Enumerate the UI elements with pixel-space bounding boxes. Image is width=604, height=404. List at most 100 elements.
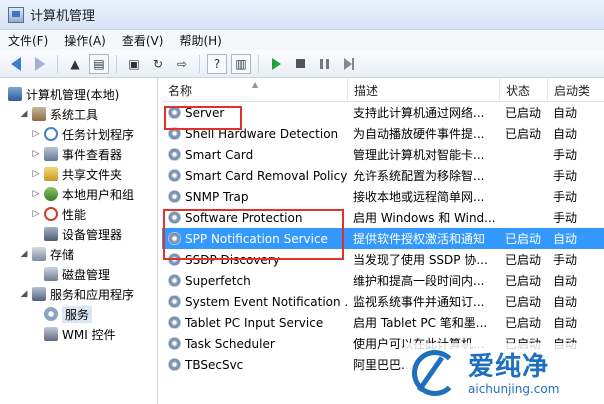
- gear-icon: [168, 274, 181, 287]
- service-name: Smart Card: [185, 147, 254, 162]
- tree-item-device-manager[interactable]: 设备管理器: [0, 224, 157, 244]
- table-row[interactable]: Smart Card Removal Policy 允许系统配置为移除智... 手动: [162, 165, 604, 186]
- service-name: Superfetch: [185, 273, 251, 288]
- gear-icon: [168, 337, 181, 350]
- table-row[interactable]: SNMP Trap 接收本地或远程简单网... 手动: [162, 186, 604, 207]
- service-startup-type: 自动: [553, 232, 578, 246]
- watermark-url: aichunjing.com: [468, 381, 560, 396]
- forward-button[interactable]: [30, 54, 50, 74]
- storage-icon: [32, 247, 46, 261]
- service-description: 提供软件授权激活和通知: [353, 232, 486, 246]
- tree-item-label: 服务: [62, 305, 93, 323]
- column-header-status[interactable]: 状态: [500, 78, 548, 102]
- menu-view[interactable]: 查看(V): [122, 32, 164, 49]
- back-button[interactable]: [6, 54, 26, 74]
- forward-arrow-icon: [35, 56, 45, 71]
- tree-item-storage[interactable]: ◢ 存储: [0, 244, 157, 264]
- service-startup-type: 自动: [553, 295, 578, 309]
- service-startup-type: 手动: [553, 253, 578, 267]
- pause-icon: [319, 58, 329, 69]
- show-hide-tree-button[interactable]: ▤: [89, 53, 109, 74]
- service-startup-type: 自动: [553, 106, 578, 120]
- service-name-cell: Smart Card: [162, 148, 348, 162]
- restart-service-button[interactable]: [338, 54, 358, 74]
- tree-item-label: 任务计划程序: [62, 127, 135, 142]
- tree-item-disk-management[interactable]: 磁盘管理: [0, 264, 157, 284]
- menu-file[interactable]: 文件(F): [8, 32, 48, 49]
- window-title: 计算机管理: [30, 9, 96, 24]
- tree-item-computer-management[interactable]: 计算机管理(本地): [0, 84, 157, 104]
- start-service-button[interactable]: [266, 54, 286, 74]
- service-status: 已启动: [505, 127, 542, 141]
- export-list-button[interactable]: ⇨: [172, 54, 192, 74]
- expand-toggle[interactable]: ◢: [18, 109, 30, 119]
- watermark: 爱纯净 aichunjing.com: [404, 343, 604, 404]
- help-button[interactable]: ?: [207, 53, 227, 74]
- service-name-cell: Smart Card Removal Policy: [162, 169, 348, 183]
- tree-item-label: 性能: [62, 207, 87, 222]
- watermark-brand: 爱纯净: [468, 351, 550, 382]
- expand-toggle[interactable]: ◢: [18, 249, 30, 259]
- table-row[interactable]: Superfetch 维护和提高一段时间内... 已启动 自动: [162, 270, 604, 291]
- service-startup-type: 手动: [553, 148, 578, 162]
- service-description: 允许系统配置为移除智...: [353, 169, 485, 183]
- tree-item-performance[interactable]: ▷ 性能: [0, 204, 157, 224]
- service-description: 管理此计算机对智能卡...: [353, 148, 485, 162]
- tree-item-label: 存储: [50, 247, 75, 262]
- menu-action[interactable]: 操作(A): [64, 32, 106, 49]
- service-name: Task Scheduler: [185, 336, 275, 351]
- restart-icon: [344, 57, 354, 70]
- list-header: ▲ 名称 描述 状态 启动类: [162, 78, 604, 102]
- tree-item-task-scheduler[interactable]: ▷ 任务计划程序: [0, 124, 157, 144]
- expand-toggle[interactable]: ▷: [30, 169, 42, 179]
- stop-service-button[interactable]: [290, 54, 310, 74]
- table-row[interactable]: System Event Notification ... 监视系统事件并通知订.…: [162, 291, 604, 312]
- tree-item-services[interactable]: 服务: [0, 304, 157, 324]
- action-pane-button[interactable]: ▥: [231, 53, 251, 74]
- service-description: 监视系统事件并通知订...: [353, 295, 485, 309]
- up-folder-button[interactable]: ▲: [65, 54, 85, 74]
- column-header-startup-type[interactable]: 启动类: [548, 78, 604, 102]
- menu-bar: 文件(F) 操作(A) 查看(V) 帮助(H): [0, 30, 604, 50]
- service-name: Smart Card Removal Policy: [185, 168, 348, 183]
- events-icon: [44, 147, 58, 161]
- toolbar-separator: [258, 54, 259, 73]
- wmi-icon: [44, 327, 58, 341]
- tools-icon: [32, 107, 46, 121]
- table-row[interactable]: Smart Card 管理此计算机对智能卡... 手动: [162, 144, 604, 165]
- share-icon: [44, 167, 58, 181]
- perf-icon: [44, 207, 58, 221]
- users-icon: [44, 187, 58, 201]
- gear-icon: [168, 169, 181, 182]
- column-header-description[interactable]: 描述: [348, 78, 500, 102]
- tree-item-label: 共享文件夹: [62, 167, 123, 182]
- tree-item-shared-folders[interactable]: ▷ 共享文件夹: [0, 164, 157, 184]
- expand-toggle[interactable]: ▷: [30, 189, 42, 199]
- tree-item-label: 服务和应用程序: [50, 287, 135, 302]
- highlight-box-spp-services: [163, 209, 344, 260]
- service-startup-type: 手动: [553, 211, 578, 225]
- tree-item-label: WMI 控件: [62, 327, 116, 342]
- menu-help[interactable]: 帮助(H): [179, 32, 221, 49]
- expand-toggle[interactable]: ◢: [18, 289, 30, 299]
- pause-service-button[interactable]: [314, 54, 334, 74]
- gear-icon: [168, 148, 181, 161]
- service-status: 已启动: [505, 106, 542, 120]
- expand-toggle[interactable]: ▷: [30, 149, 42, 159]
- toolbar-separator: [57, 54, 58, 73]
- tree-item-label: 计算机管理(本地): [26, 87, 120, 102]
- table-row[interactable]: Tablet PC Input Service 启用 Tablet PC 笔和墨.…: [162, 312, 604, 333]
- service-name-cell: Tablet PC Input Service: [162, 316, 348, 330]
- expand-toggle[interactable]: ▷: [30, 209, 42, 219]
- service-startup-type: 自动: [553, 127, 578, 141]
- refresh-button[interactable]: ↻: [148, 54, 168, 74]
- tree-item-wmi-control[interactable]: WMI 控件: [0, 324, 157, 344]
- tree-item-system-tools[interactable]: ◢ 系统工具: [0, 104, 157, 124]
- tree-item-event-viewer[interactable]: ▷ 事件查看器: [0, 144, 157, 164]
- tree-item-local-users[interactable]: ▷ 本地用户和组: [0, 184, 157, 204]
- tree-item-services-and-applications[interactable]: ◢ 服务和应用程序: [0, 284, 157, 304]
- expand-toggle[interactable]: ▷: [30, 129, 42, 139]
- properties-button[interactable]: ▣: [124, 54, 144, 74]
- tree-item-label: 本地用户和组: [62, 187, 135, 202]
- gear-icon: [168, 295, 181, 308]
